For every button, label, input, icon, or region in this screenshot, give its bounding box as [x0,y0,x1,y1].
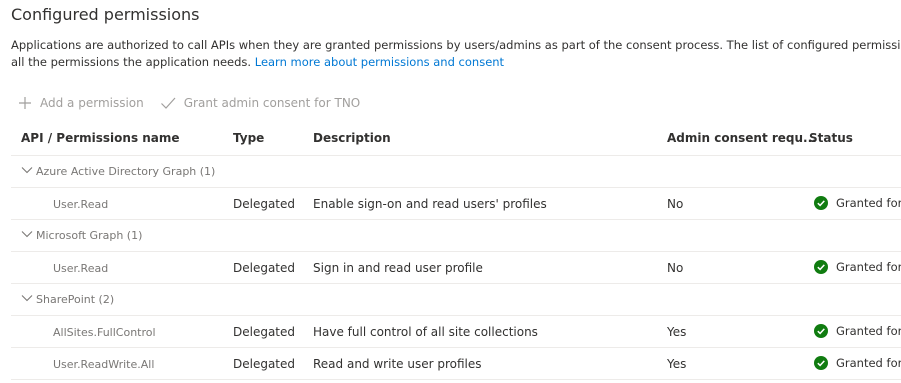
permission-row: User.Read Delegated Enable sign-on and r… [11,188,901,220]
status-text: Granted for [836,196,901,210]
grant-admin-consent-button[interactable]: Grant admin consent for TNO [160,96,361,110]
grant-admin-consent-label: Grant admin consent for TNO [183,96,361,110]
column-header-description[interactable]: Description [313,131,391,145]
page-title: Configured permissions [11,5,200,24]
permission-row: User.ReadWrite.All Delegated Read and wr… [11,348,901,380]
group-row-microsoft-graph[interactable]: Microsoft Graph (1) [11,220,901,252]
permission-type: Delegated [233,261,296,275]
chevron-down-icon[interactable] [21,165,33,175]
group-name: Microsoft Graph (1) [36,229,143,242]
granted-check-circle-icon [814,324,828,338]
permission-name[interactable]: User.Read [53,198,108,211]
status-badge: Granted for [814,356,901,370]
status-text: Granted for [836,356,901,370]
permission-name[interactable]: User.ReadWrite.All [53,358,154,371]
admin-consent-value: Yes [667,357,687,371]
group-name: SharePoint (2) [36,293,115,306]
permission-description: Enable sign-on and read users' profiles [313,197,547,211]
description-line-2: all the permissions the application need… [11,54,901,71]
status-text: Granted for [836,324,901,338]
column-header-admin-consent[interactable]: Admin consent requ... [667,131,817,145]
admin-consent-value: No [667,197,684,211]
status-badge: Granted for [814,196,901,210]
admin-consent-value: No [667,261,684,275]
granted-check-circle-icon [814,356,828,370]
description-line-1: Applications are authorized to call APIs… [11,38,901,52]
status-text: Granted for [836,260,901,274]
permission-name[interactable]: User.Read [53,262,108,275]
description-line-2-text: all the permissions the application need… [11,55,255,69]
permission-row: User.Read Delegated Sign in and read use… [11,252,901,284]
chevron-down-icon[interactable] [21,293,33,303]
column-header-api[interactable]: API / Permissions name [21,131,180,145]
group-name: Azure Active Directory Graph (1) [36,165,216,178]
column-header-type[interactable]: Type [233,131,264,145]
column-header-status[interactable]: Status [809,131,853,145]
permission-description: Sign in and read user profile [313,261,483,275]
granted-check-circle-icon [814,260,828,274]
granted-check-circle-icon [814,196,828,210]
status-badge: Granted for [814,260,901,274]
group-row-sharepoint[interactable]: SharePoint (2) [11,284,901,316]
permission-type: Delegated [233,357,296,371]
table-header: API / Permissions name Type Description … [11,123,901,156]
add-permission-label: Add a permission [40,96,144,110]
permission-row: AllSites.FullControl Delegated Have full… [11,316,901,348]
admin-consent-value: Yes [667,325,687,339]
command-bar: Add a permission Grant admin consent for… [18,93,376,113]
plus-icon [19,97,31,109]
chevron-down-icon[interactable] [21,229,33,239]
learn-more-link[interactable]: Learn more about permissions and consent [255,55,504,69]
permission-type: Delegated [233,325,296,339]
group-row-azure-ad-graph[interactable]: Azure Active Directory Graph (1) [11,156,901,188]
status-badge: Granted for [814,324,901,338]
permission-type: Delegated [233,197,296,211]
permission-description: Have full control of all site collection… [313,325,538,339]
add-permission-button[interactable]: Add a permission [18,96,144,110]
checkmark-icon [160,97,176,109]
permission-name[interactable]: AllSites.FullControl [53,326,156,339]
permission-description: Read and write user profiles [313,357,482,371]
page-description: Applications are authorized to call APIs… [11,37,901,71]
